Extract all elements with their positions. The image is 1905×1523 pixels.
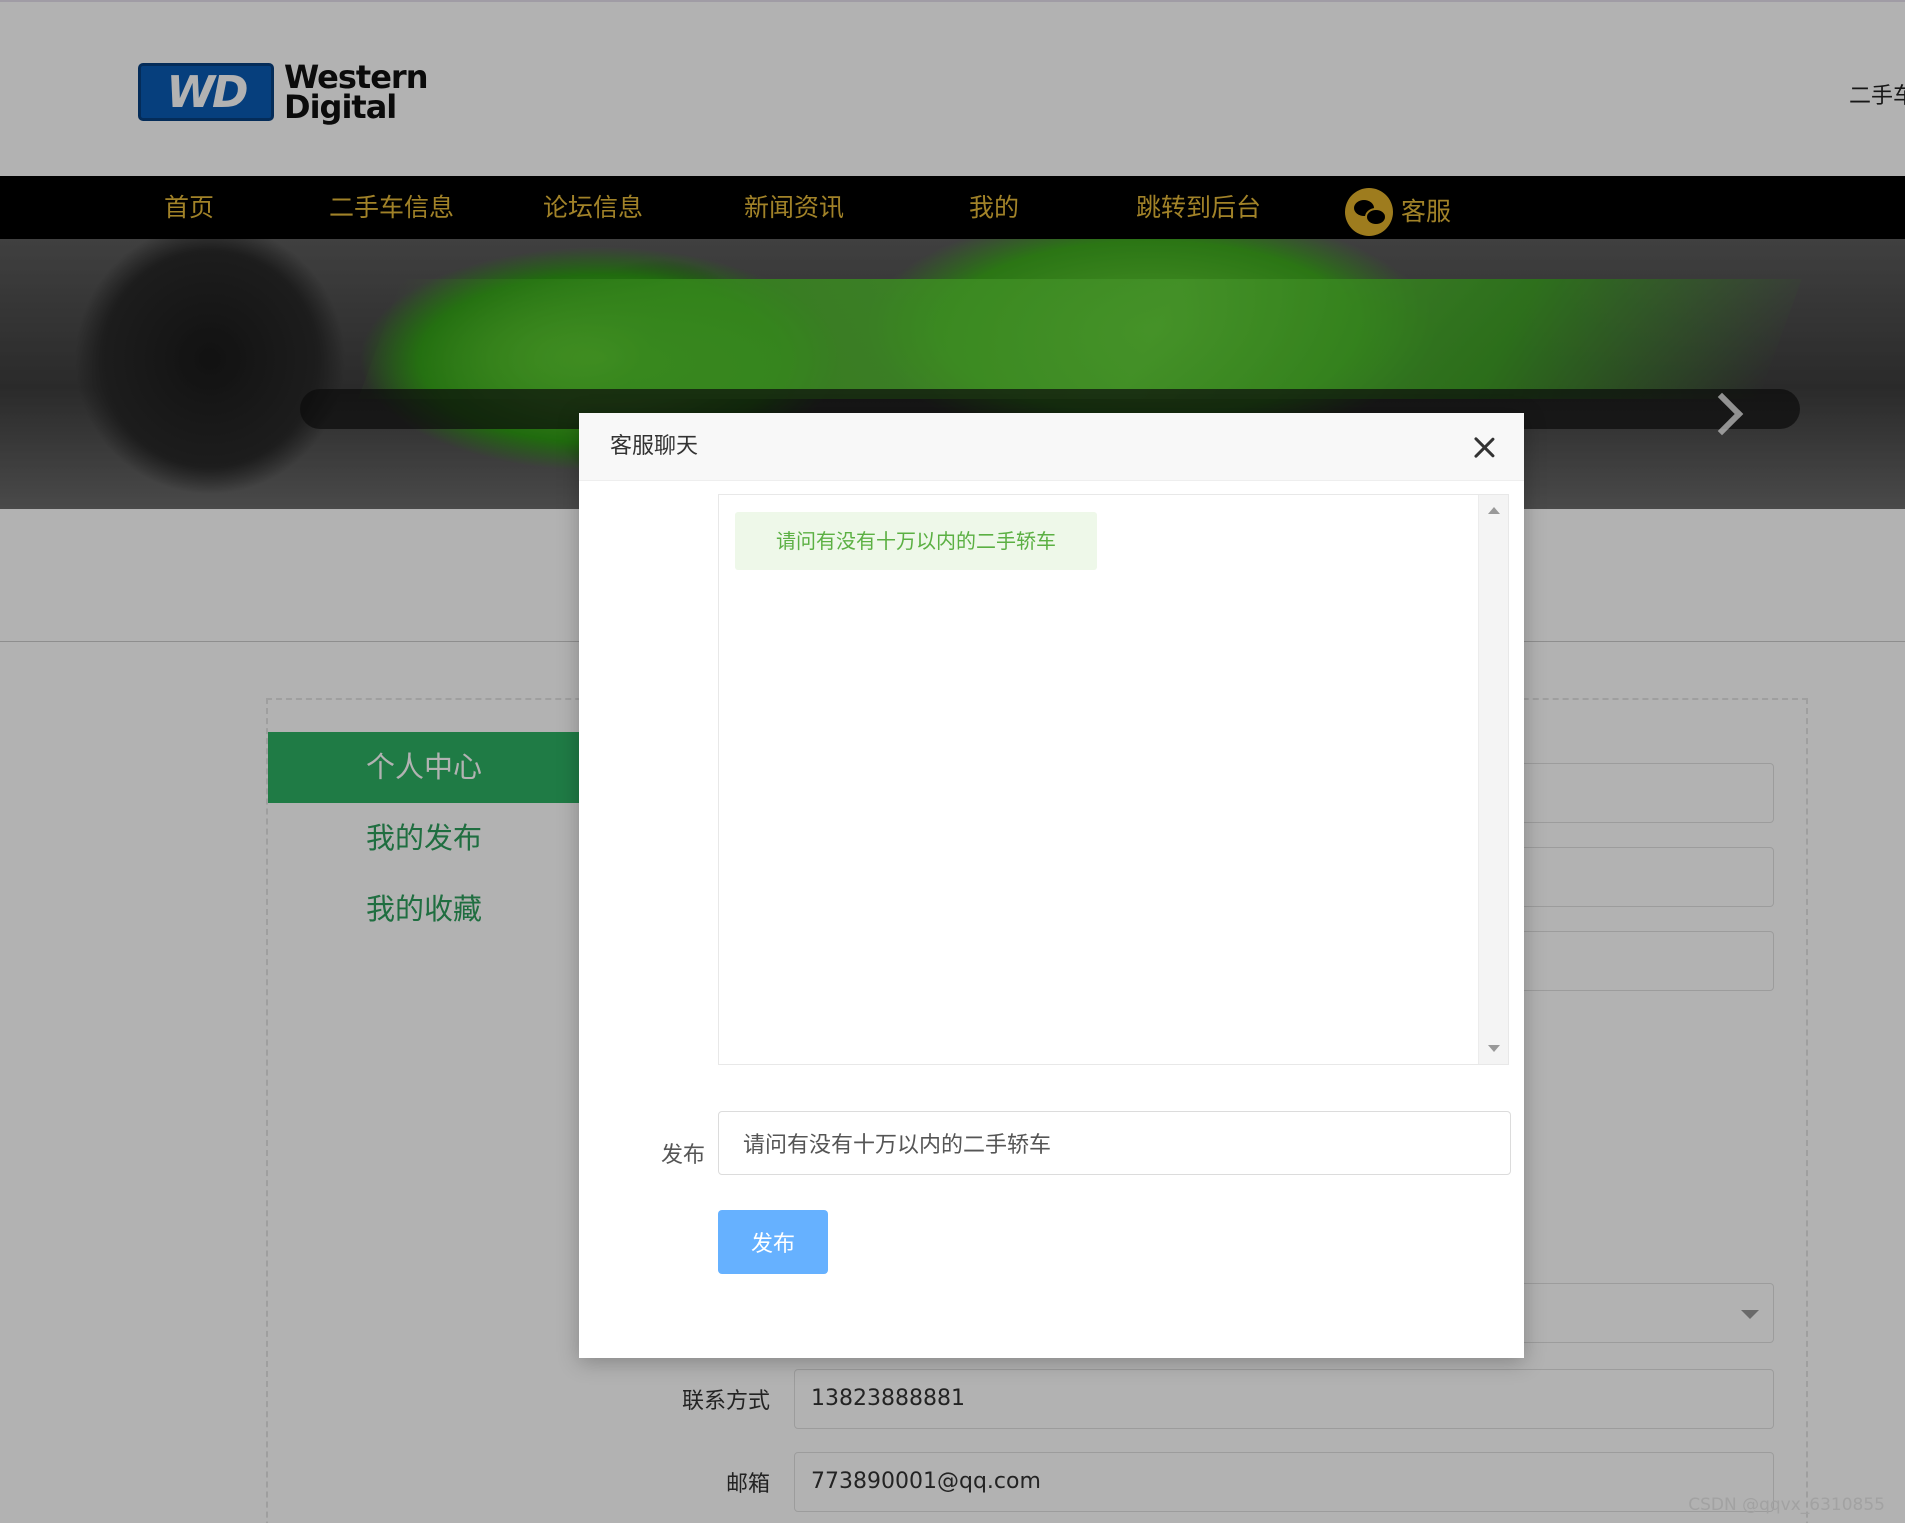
scroll-down-icon[interactable] [1488,1045,1500,1052]
message-input[interactable] [718,1111,1511,1175]
scroll-up-icon[interactable] [1488,507,1500,514]
customer-service-dialog: 客服聊天 请问有没有十万以内的二手轿车 发布 发布 [579,413,1524,1358]
close-icon[interactable] [1472,435,1496,459]
dialog-header: 客服聊天 [579,413,1524,481]
chat-message: 请问有没有十万以内的二手轿车 [735,512,1097,570]
chat-history[interactable]: 请问有没有十万以内的二手轿车 [718,494,1509,1065]
publish-button[interactable]: 发布 [718,1210,828,1274]
dialog-title: 客服聊天 [610,434,699,459]
chat-scrollbar[interactable] [1478,495,1508,1064]
publish-label: 发布 [660,1143,705,1168]
